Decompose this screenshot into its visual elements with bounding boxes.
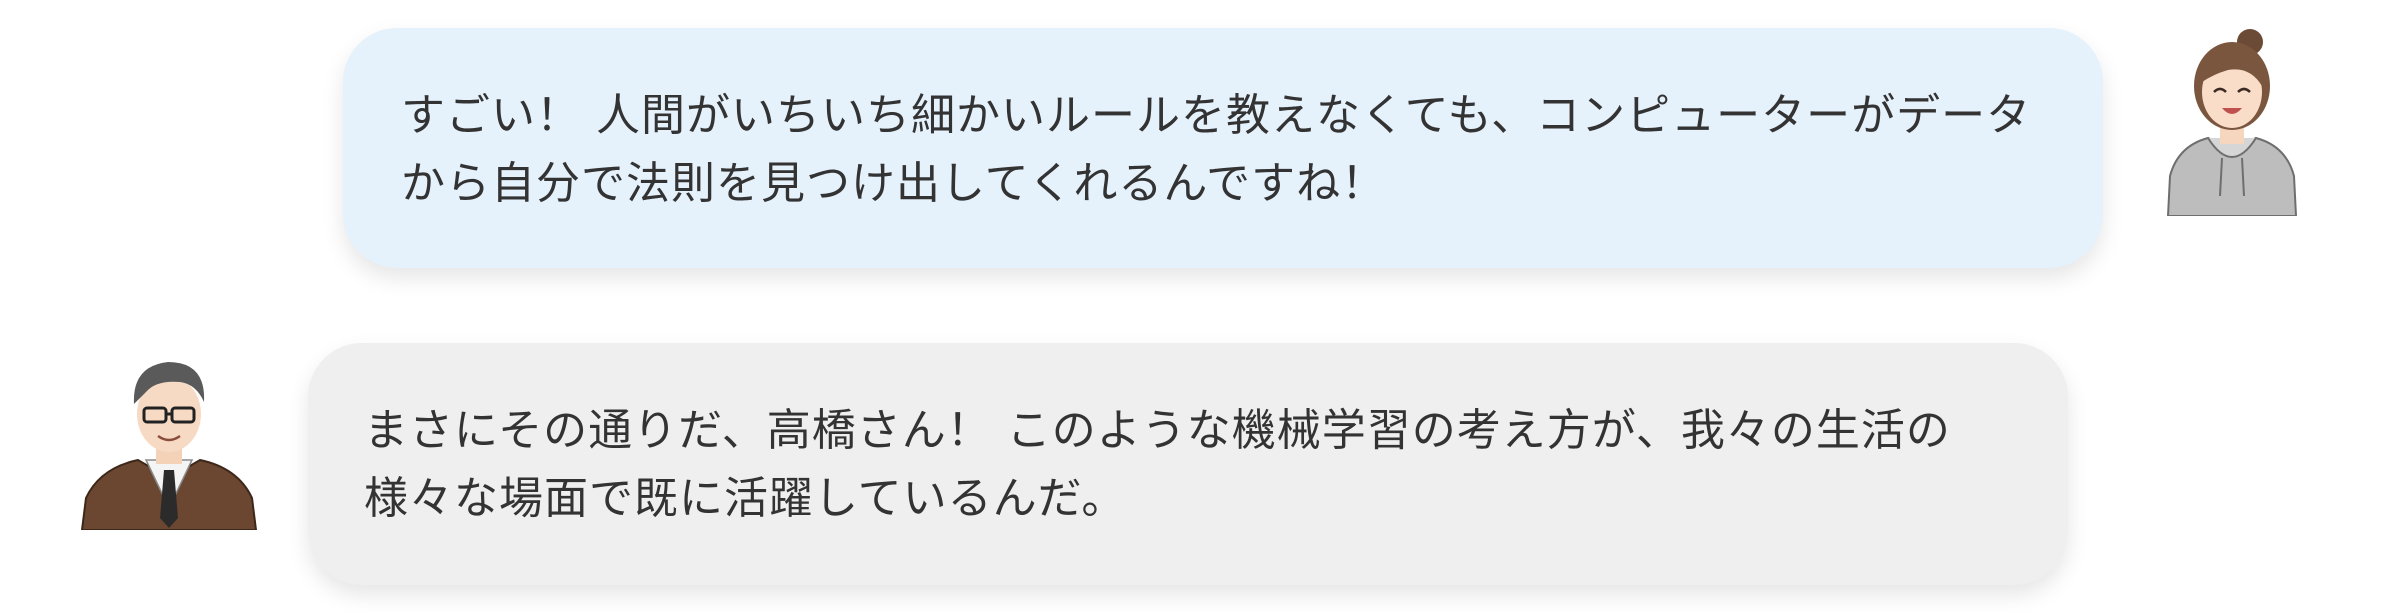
teacher-message-text: まさにその通りだ、高橋さん！ このような機械学習の考え方が、我々の生活の様々な場… [364,405,1951,525]
girl-avatar-icon [2166,29,2298,216]
student-message-text: すごい！ 人間がいちいち細かいルールを教えなくても、コンピューターがデータから自… [401,90,2032,210]
teacher-message-bubble: まさにその通りだ、高橋さん！ このような機械学習の考え方が、我々の生活の様々な場… [308,343,2068,585]
teacher-avatar-icon [80,362,258,530]
student-message-bubble: すごい！ 人間がいちいち細かいルールを教えなくても、コンピューターがデータから自… [343,28,2103,268]
